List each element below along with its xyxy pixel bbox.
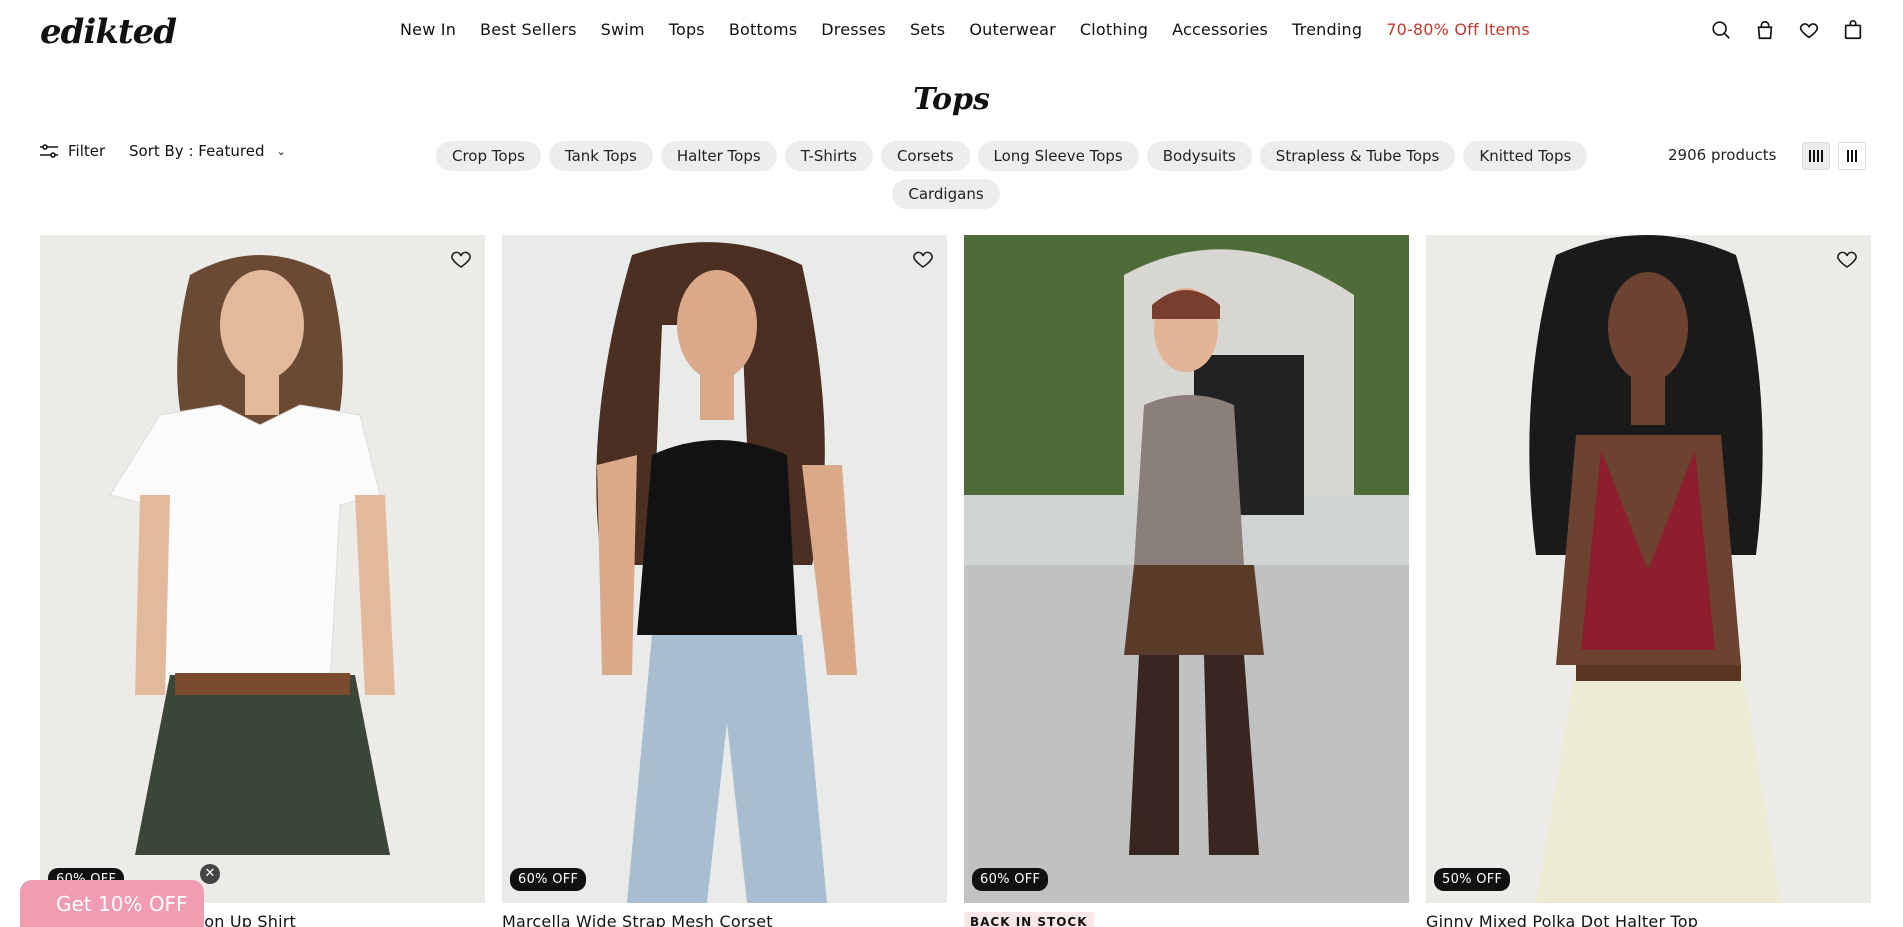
promo-label: Get 10% OFF xyxy=(56,892,188,916)
nav-item-bottoms[interactable]: Bottoms xyxy=(729,20,797,39)
heart-icon[interactable] xyxy=(1835,247,1859,271)
product-image[interactable] xyxy=(1426,235,1871,903)
heart-icon[interactable] xyxy=(911,247,935,271)
promo-popup-button[interactable]: Get 10% OFF xyxy=(20,880,204,927)
grid-3-icon xyxy=(1847,150,1857,162)
product-card[interactable]: 60% OFF Marcella Wide Strap Mesh Corset xyxy=(502,235,947,927)
product-card[interactable]: 60% OFF BACK IN STOCK xyxy=(964,235,1409,927)
product-name[interactable]: Ginny Mixed Polka Dot Halter Top xyxy=(1426,912,1698,927)
nav-item-clothing[interactable]: Clothing xyxy=(1080,20,1148,39)
nav-item-tops[interactable]: Tops xyxy=(669,20,705,39)
chip-row-1: Crop Tops Tank Tops Halter Tops T-Shirts… xyxy=(436,141,1606,171)
chip-tank-tops[interactable]: Tank Tops xyxy=(548,141,653,171)
site-header: edikted New In Best Sellers Swim Tops Bo… xyxy=(0,0,1903,64)
nav-item-trending[interactable]: Trending xyxy=(1292,20,1362,39)
filter-button[interactable]: Filter xyxy=(40,142,105,160)
nav-item-accessories[interactable]: Accessories xyxy=(1172,20,1268,39)
chip-crop-tops[interactable]: Crop Tops xyxy=(436,141,541,171)
chevron-down-icon: ⌄ xyxy=(276,144,286,158)
brand-logo[interactable]: edikted xyxy=(40,12,177,52)
chip-corsets[interactable]: Corsets xyxy=(880,141,970,171)
back-in-stock-label: BACK IN STOCK xyxy=(964,912,1094,927)
search-icon[interactable] xyxy=(1709,18,1733,42)
product-grid: 60% OFF Massie Tailored Button Up Shirt … xyxy=(40,235,1871,927)
product-name[interactable]: Marcella Wide Strap Mesh Corset xyxy=(502,912,773,927)
product-card[interactable]: 60% OFF Massie Tailored Button Up Shirt xyxy=(40,235,485,927)
nav-item-sale[interactable]: 70-80% Off Items xyxy=(1386,20,1530,39)
chip-halter-tops[interactable]: Halter Tops xyxy=(660,141,777,171)
sort-dropdown[interactable]: Sort By : Featured ⌄ xyxy=(129,142,286,160)
grid-4-icon xyxy=(1809,150,1823,162)
discount-badge: 50% OFF xyxy=(1434,868,1511,891)
chip-t-shirts[interactable]: T-Shirts xyxy=(784,141,873,171)
discount-badge: 60% OFF xyxy=(510,868,587,891)
main-nav: New In Best Sellers Swim Tops Bottoms Dr… xyxy=(400,20,1554,39)
chip-cardigans[interactable]: Cardigans xyxy=(892,179,1000,209)
product-image[interactable] xyxy=(964,235,1409,903)
chip-long-sleeve-tops[interactable]: Long Sleeve Tops xyxy=(977,141,1139,171)
filter-icon xyxy=(40,144,58,158)
nav-item-outerwear[interactable]: Outerwear xyxy=(969,20,1056,39)
product-count: 2906 products xyxy=(1668,146,1777,164)
chip-row-2: Cardigans xyxy=(436,179,1606,209)
nav-item-swim[interactable]: Swim xyxy=(601,20,645,39)
header-icons xyxy=(1709,18,1865,42)
nav-item-best-sellers[interactable]: Best Sellers xyxy=(480,20,577,39)
nav-item-dresses[interactable]: Dresses xyxy=(821,20,886,39)
heart-icon[interactable] xyxy=(1797,18,1821,42)
chip-strapless-tube-tops[interactable]: Strapless & Tube Tops xyxy=(1259,141,1456,171)
grid-4-columns-button[interactable] xyxy=(1802,142,1830,170)
discount-badge: 60% OFF xyxy=(972,868,1049,891)
page-title: Tops xyxy=(913,82,990,117)
sort-label: Sort By : Featured xyxy=(129,142,265,160)
product-card[interactable]: 50% OFF Ginny Mixed Polka Dot Halter Top xyxy=(1426,235,1871,927)
grid-3-columns-button[interactable] xyxy=(1838,142,1866,170)
chip-bodysuits[interactable]: Bodysuits xyxy=(1146,141,1252,171)
chip-knitted-tops[interactable]: Knitted Tops xyxy=(1463,141,1588,171)
account-icon[interactable] xyxy=(1753,18,1777,42)
product-image[interactable] xyxy=(502,235,947,903)
product-image[interactable] xyxy=(40,235,485,903)
cart-icon[interactable] xyxy=(1841,18,1865,42)
filter-label: Filter xyxy=(68,142,106,160)
category-chips: Crop Tops Tank Tops Halter Tops T-Shirts… xyxy=(436,141,1606,217)
heart-icon[interactable] xyxy=(449,247,473,271)
close-icon[interactable]: ✕ xyxy=(200,864,220,884)
nav-item-new-in[interactable]: New In xyxy=(400,20,456,39)
nav-item-sets[interactable]: Sets xyxy=(910,20,945,39)
